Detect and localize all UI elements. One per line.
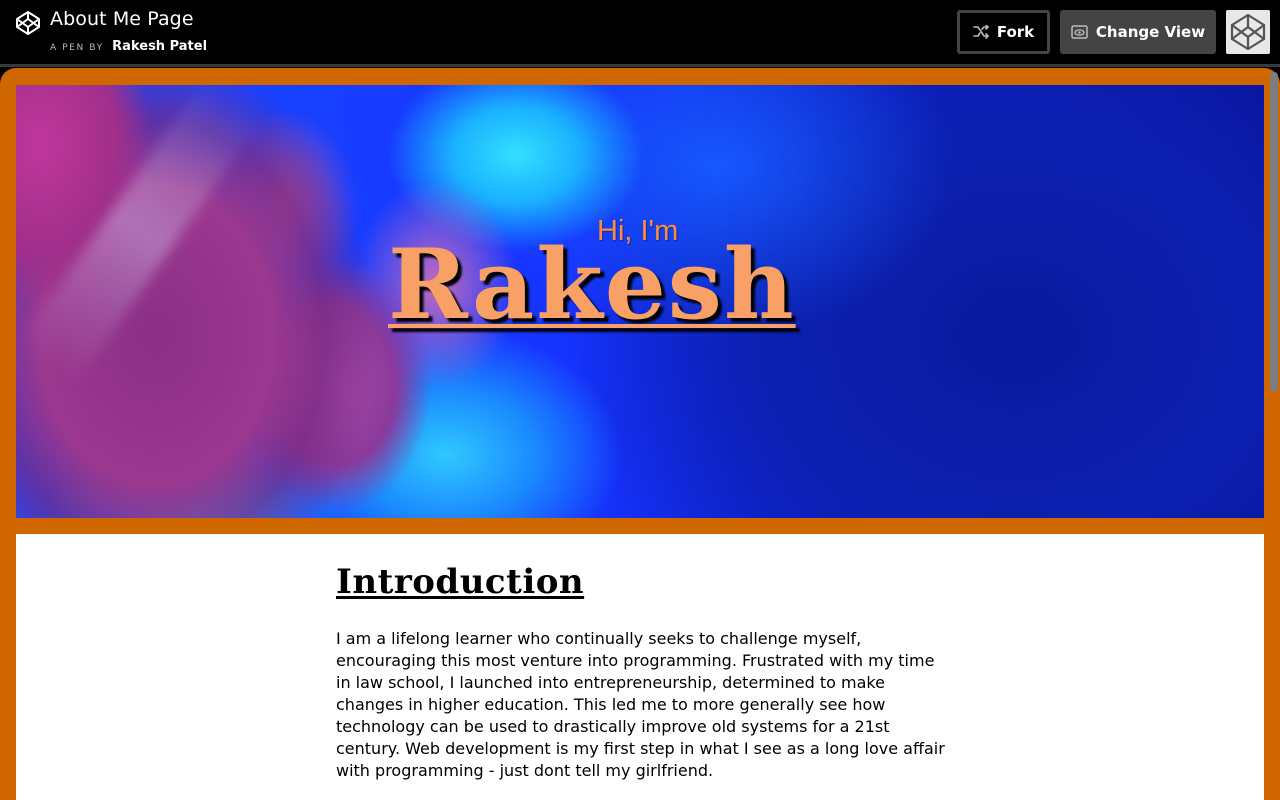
user-avatar[interactable] — [1226, 10, 1270, 54]
change-view-label: Change View — [1095, 23, 1206, 41]
fork-label: Fork — [996, 23, 1035, 41]
intro-heading: Introduction — [336, 562, 585, 602]
fork-icon — [973, 25, 989, 39]
scrollbar-thumb[interactable] — [1270, 72, 1278, 392]
codepen-avatar-icon — [1226, 10, 1270, 54]
intro-paragraph: I am a lifelong learner who continually … — [336, 629, 945, 780]
pen-byline: A PEN BY Rakesh Patel — [50, 37, 207, 55]
fork-button[interactable]: Fork — [957, 10, 1050, 54]
eye-window-icon — [1071, 25, 1088, 39]
pen-title: About Me Page — [50, 8, 194, 30]
change-view-button[interactable]: Change View — [1060, 10, 1216, 54]
codepen-header: About Me Page A PEN BY Rakesh Patel Fork… — [0, 0, 1280, 66]
hero-name: Rakesh — [388, 228, 796, 341]
codepen-logo-icon[interactable] — [14, 9, 42, 37]
hero-cloud-streak — [17, 85, 265, 386]
byline-prefix: A PEN BY — [50, 43, 104, 53]
header-divider — [0, 64, 1280, 67]
hero-banner: Hi, I'm Rakesh — [16, 85, 1264, 518]
author-link[interactable]: Rakesh Patel — [112, 39, 207, 54]
content-section: Introduction I am a lifelong learner who… — [16, 534, 1264, 800]
